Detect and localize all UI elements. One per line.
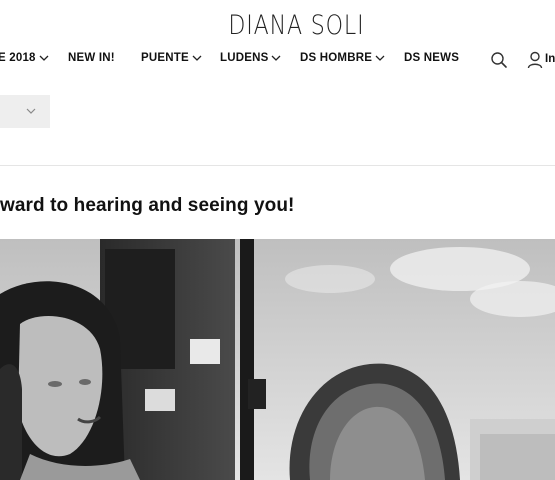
- chevron-down-icon: [39, 54, 49, 62]
- nav-item-label: DS NEWS: [404, 52, 460, 64]
- site-logo[interactable]: DIANA SOLI: [53, 10, 539, 41]
- hero-photo: [0, 239, 555, 480]
- user-icon[interactable]: [527, 51, 545, 69]
- chevron-down-icon: [26, 107, 36, 115]
- nav-item-collection-2018[interactable]: E 2018: [0, 52, 49, 64]
- nav-item-label: E 2018: [0, 52, 36, 64]
- chevron-down-icon: [375, 54, 385, 62]
- nav-item-label: DS HOMBRE: [300, 52, 373, 64]
- nav-item-label: PUENTE: [141, 52, 189, 64]
- nav-item-ludens[interactable]: LUDENS: [220, 52, 281, 64]
- nav-item-ds-hombre[interactable]: DS HOMBRE: [300, 52, 385, 64]
- section-divider: [0, 165, 555, 166]
- nav-item-new-in[interactable]: NEW IN!: [68, 52, 115, 64]
- chevron-down-icon: [271, 54, 281, 62]
- main-nav: E 2018 NEW IN! PUENTE LUDENS DS HOMBRE D…: [0, 52, 555, 70]
- nav-item-ds-news[interactable]: DS NEWS: [404, 52, 459, 64]
- chevron-down-icon: [192, 54, 202, 62]
- page-heading: ward to hearing and seeing you!: [0, 195, 295, 216]
- nav-item-label: LUDENS: [220, 52, 269, 64]
- login-link[interactable]: In: [545, 53, 555, 65]
- nav-item-puente[interactable]: PUENTE: [141, 52, 202, 64]
- search-icon[interactable]: [490, 51, 508, 69]
- filter-select[interactable]: [0, 95, 50, 128]
- nav-item-label: NEW IN!: [68, 52, 115, 64]
